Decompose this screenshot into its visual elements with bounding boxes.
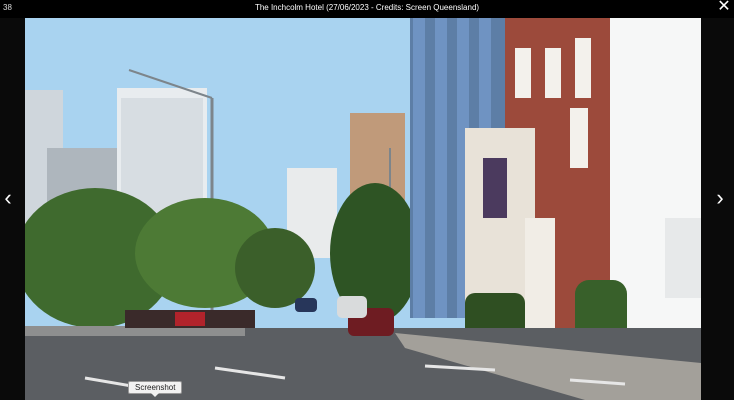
- close-icon[interactable]: ✕: [714, 0, 734, 16]
- image-caption: The Inchcolm Hotel (27/06/2023 - Credits…: [254, 3, 480, 12]
- screenshot-tooltip: Screenshot: [128, 381, 183, 397]
- viewer-topbar: 38 The Inchcolm Hotel (27/06/2023 - Cred…: [0, 0, 734, 18]
- gallery-photo: [25, 18, 701, 400]
- chevron-right-icon[interactable]: ›: [712, 186, 728, 212]
- street-photo: [25, 18, 701, 400]
- chevron-left-icon[interactable]: ‹: [0, 186, 16, 212]
